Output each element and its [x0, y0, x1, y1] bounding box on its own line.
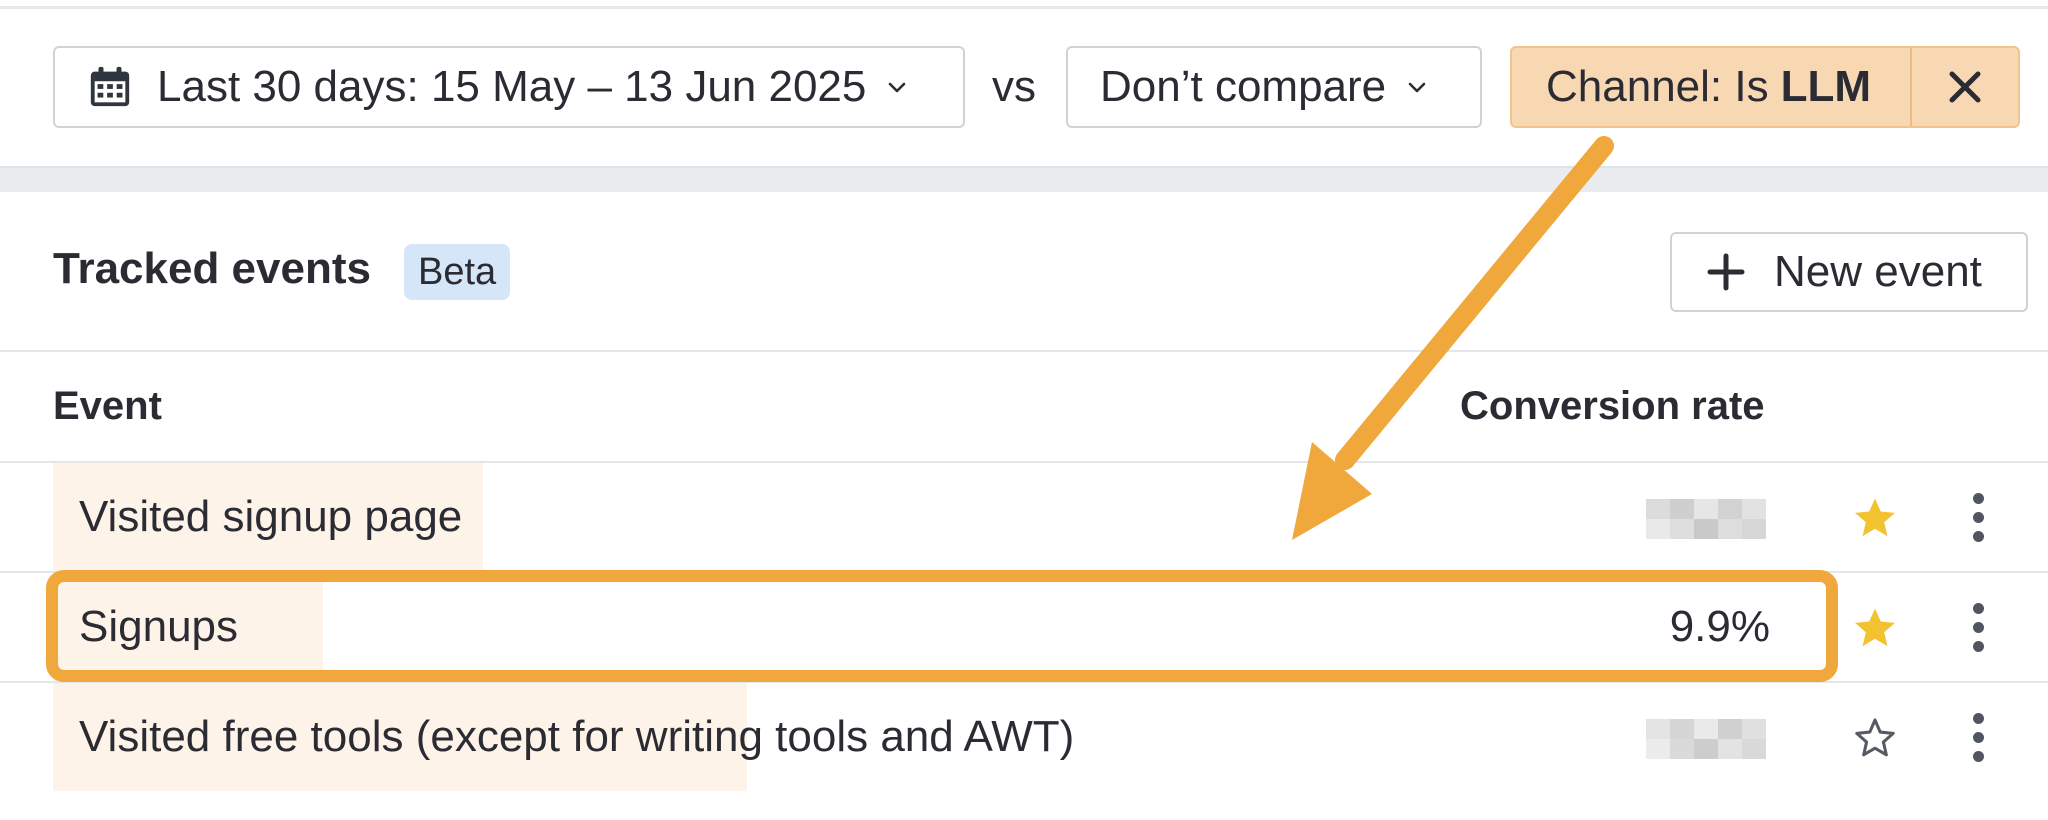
new-event-label: New event [1774, 247, 1982, 296]
top-divider [0, 6, 2048, 9]
star-filled-icon[interactable] [1852, 605, 1898, 651]
compare-label: Don’t compare [1100, 62, 1387, 111]
channel-filter-label[interactable]: Channel: Is LLM [1512, 48, 1910, 126]
more-options-icon[interactable] [1966, 603, 1990, 653]
plus-icon [1707, 253, 1745, 291]
table-row[interactable]: Visited signup page [0, 463, 2048, 571]
compare-dropdown[interactable]: Don’t compare [1066, 46, 1482, 128]
section-separator-band [0, 166, 2048, 192]
vs-label: vs [992, 62, 1036, 111]
date-range-label: Last 30 days: 15 May – 13 Jun 2025 [157, 62, 867, 111]
channel-filter-prefix: Channel: Is [1546, 62, 1769, 111]
channel-filter-chip: Channel: Is LLM [1510, 46, 2020, 128]
table-row[interactable]: Visited free tools (except for writing t… [0, 683, 2048, 791]
chevron-down-icon [1406, 76, 1428, 98]
column-header-event: Event [53, 384, 162, 428]
filter-bar: Last 30 days: 15 May – 13 Jun 2025 vs Do… [0, 46, 2048, 128]
header-divider [0, 350, 2048, 352]
more-options-icon[interactable] [1966, 493, 1990, 543]
section-title: Tracked events [53, 244, 371, 293]
more-options-icon[interactable] [1966, 713, 1990, 763]
star-outline-icon[interactable] [1852, 715, 1898, 761]
date-range-dropdown[interactable]: Last 30 days: 15 May – 13 Jun 2025 [53, 46, 965, 128]
redacted-conversion-rate [1646, 719, 1766, 759]
event-name: Visited free tools (except for writing t… [79, 712, 1075, 761]
event-name: Visited signup page [79, 492, 463, 541]
calendar-icon [90, 66, 130, 107]
close-icon [1949, 71, 1981, 103]
chevron-down-icon [886, 76, 908, 98]
highlight-box-annotation [46, 570, 1838, 682]
new-event-button[interactable]: New event [1670, 232, 2028, 312]
remove-filter-button[interactable] [1912, 48, 2018, 126]
channel-filter-value: LLM [1780, 62, 1871, 111]
redacted-conversion-rate [1646, 499, 1766, 539]
star-filled-icon[interactable] [1852, 495, 1898, 541]
column-header-conversion-rate: Conversion rate [1460, 384, 1765, 428]
beta-badge: Beta [404, 244, 511, 300]
